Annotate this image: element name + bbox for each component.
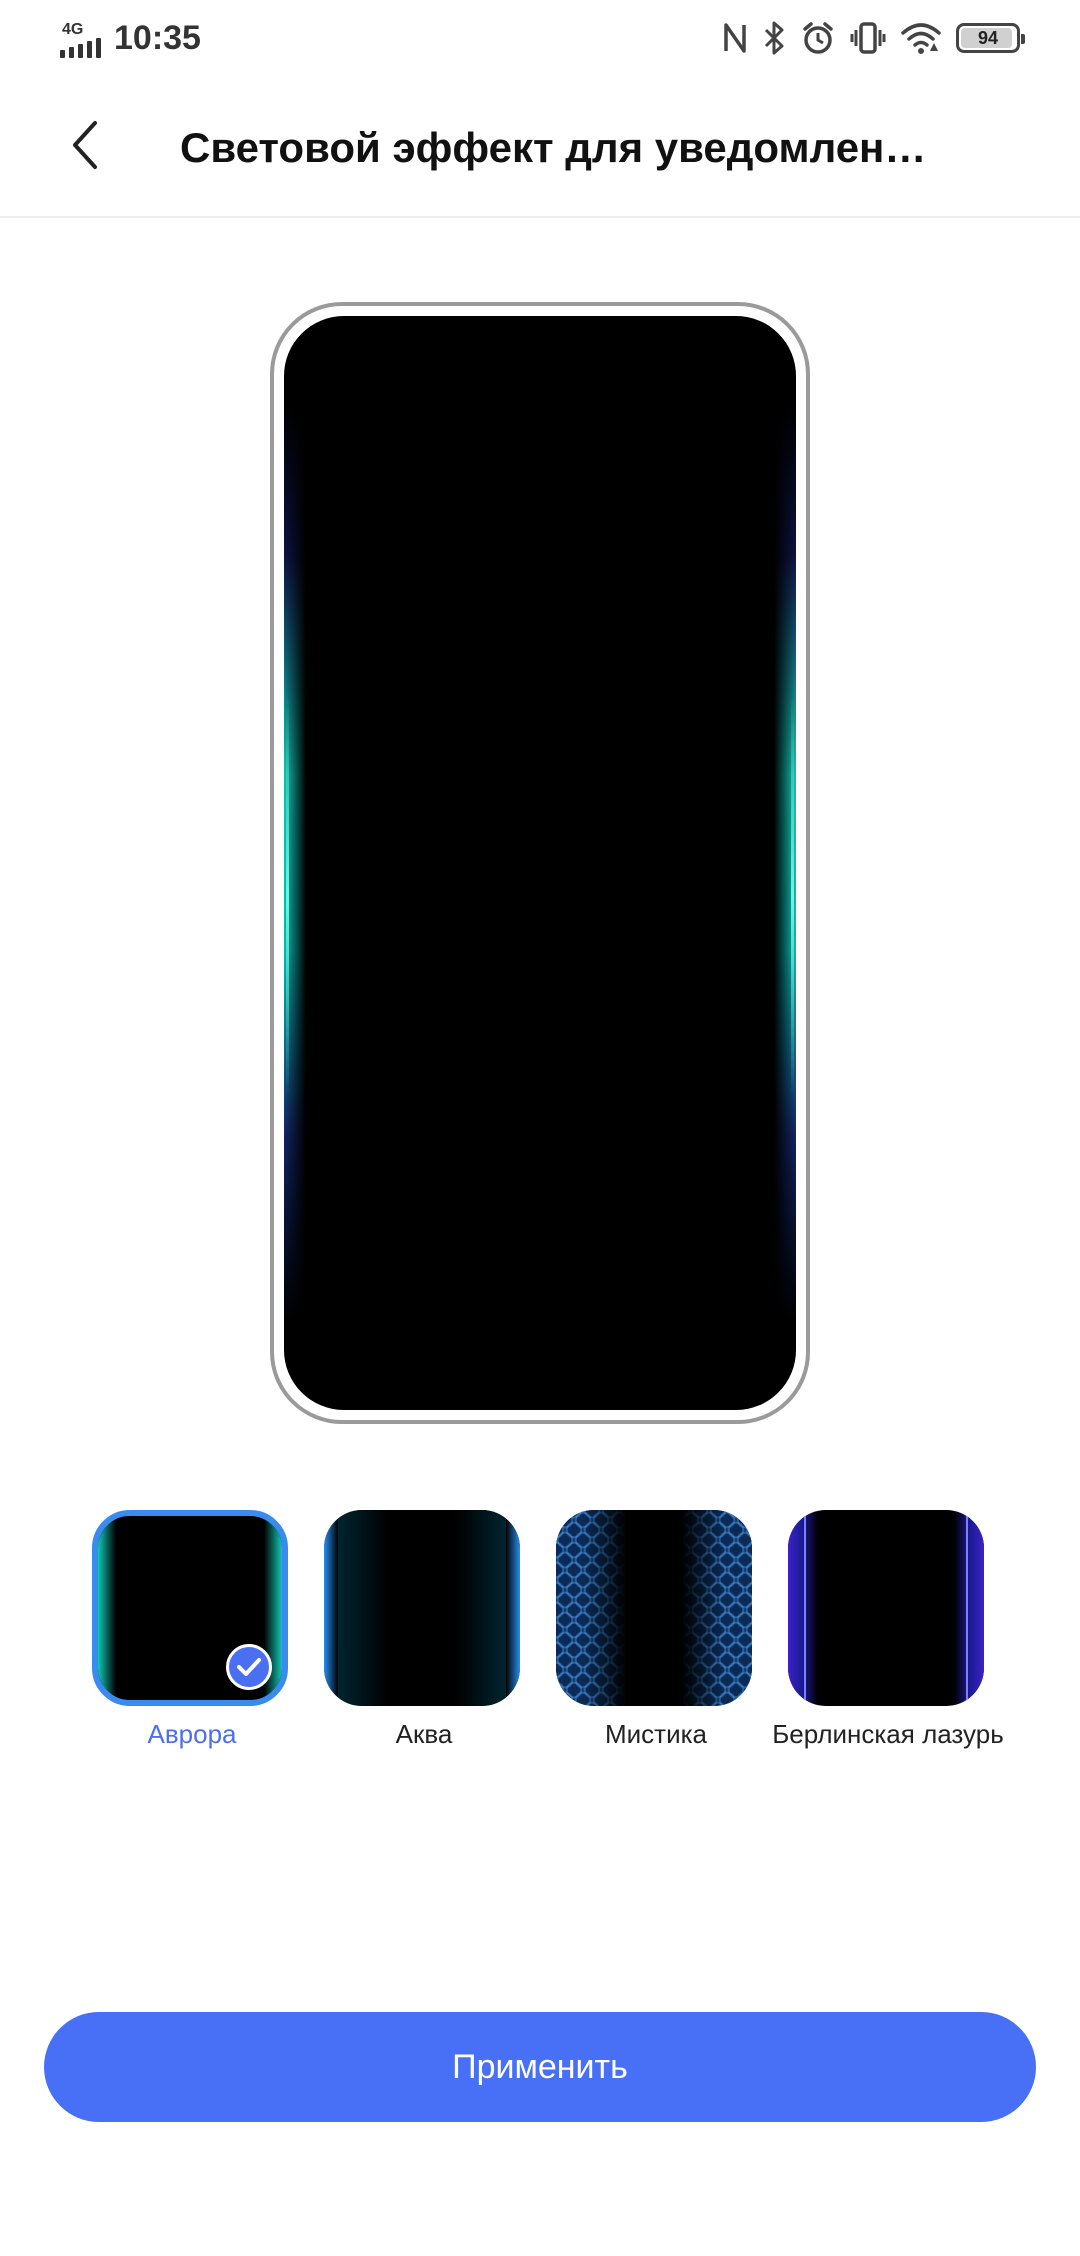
app-header: Световой эффект для уведомлен… [0,80,1080,218]
hexagon-pattern-left [556,1510,626,1706]
battery-percent: 94 [977,27,999,48]
status-right: 94 [722,18,1025,58]
status-time: 10:35 [114,19,201,57]
effect-option-aqua[interactable]: Аква [324,1510,524,1750]
nfc-icon [722,21,748,55]
edge-glow-line-left [286,696,289,1096]
network-type: 4G [62,21,84,38]
page-title: Световой эффект для уведомлен… [180,124,927,171]
effect-option-berlin-azure[interactable]: Берлинская лазурь [772,1510,1004,1750]
edge-glow-line-right [791,696,794,1096]
effect-thumbnail-aqua[interactable] [324,1510,520,1706]
checkmark-icon [226,1644,272,1690]
bluetooth-icon [762,20,786,56]
effect-preview-phone [270,302,810,1424]
cellular-signal-icon: 4G [60,22,104,58]
effect-option-aurora[interactable]: Аврора [92,1510,292,1750]
effect-thumbnail-mystic[interactable] [556,1510,752,1706]
screen: 4G 10:35 94 Световой эффект для уведомле… [0,0,1080,2256]
effect-label-mystic: Мистика [604,1719,708,1749]
status-bar: 4G 10:35 94 [0,0,1080,80]
effect-label-aurora: Аврора [147,1719,237,1749]
apply-button-label: Применить [452,2048,628,2086]
effect-label-aqua: Аква [395,1719,453,1749]
status-left: 4G 10:35 [60,18,201,58]
hexagon-pattern-right [682,1510,752,1706]
chevron-left-icon [73,121,97,169]
effect-thumbnail-berlin-azure[interactable] [788,1510,984,1706]
apply-button[interactable]: Применить [44,2012,1036,2122]
effect-option-mystic[interactable]: Мистика [556,1510,756,1750]
effect-label-berlin-azure: Берлинская лазурь [772,1719,1004,1749]
effect-preview-screen [284,316,796,1410]
effect-thumbnail-aurora[interactable] [92,1510,288,1706]
battery-icon: 94 [956,23,1025,53]
wifi-icon [900,21,942,55]
back-button[interactable] [50,110,120,180]
vibrate-icon [850,20,886,56]
alarm-icon [800,20,836,56]
